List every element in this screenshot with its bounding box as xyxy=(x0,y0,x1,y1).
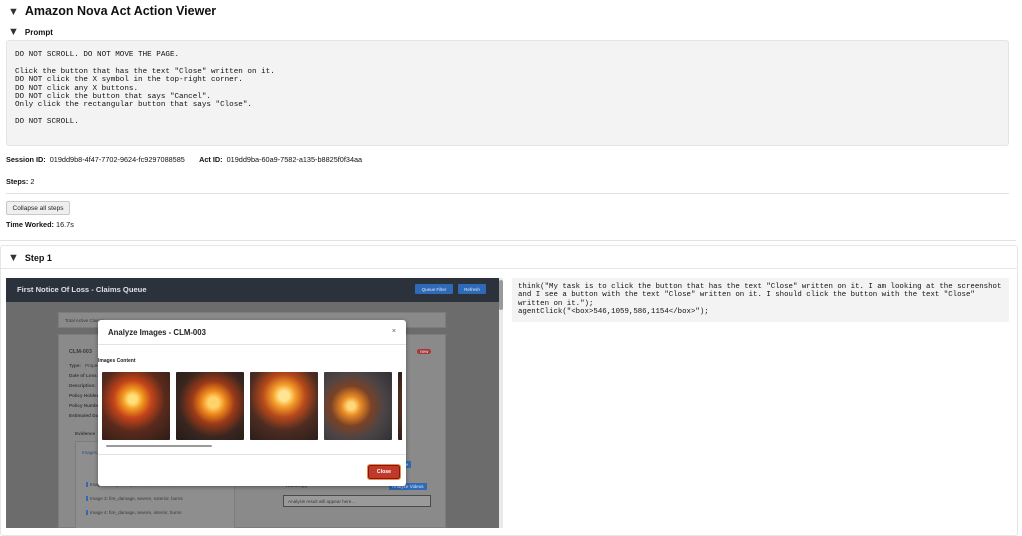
prompt-text: DO NOT SCROLL. DO NOT MOVE THE PAGE. Cli… xyxy=(6,40,1009,146)
steps-count: Steps: 2 xyxy=(6,177,34,186)
close-icon: × xyxy=(391,328,396,335)
refresh-button: Refresh xyxy=(458,284,486,294)
prompt-triangle-icon[interactable]: ▼ xyxy=(8,26,19,38)
time-worked: Time Worked: 16.7s xyxy=(6,220,74,229)
scrollbar-thumb[interactable] xyxy=(499,280,503,310)
field-label: Description: xyxy=(69,383,96,388)
fire-image xyxy=(250,372,318,440)
divider xyxy=(0,240,1016,241)
steps-label: Steps: xyxy=(6,177,29,186)
analyze-images-modal: Analyze Images - CLM-003 × Images Conten… xyxy=(98,320,406,486)
step-divider xyxy=(1,268,1017,269)
step-triangle-icon[interactable]: ▼ xyxy=(8,252,19,264)
evidence-label: Evidence xyxy=(75,431,96,436)
scrollbar-thumb xyxy=(106,445,212,447)
field-label: Date of Loss: xyxy=(69,373,99,378)
act-id: 019dd9ba-60a9-7582-a135-b8825f0f34aa xyxy=(226,155,363,164)
fire-image xyxy=(176,372,244,440)
step-heading[interactable]: ▼ Step 1 xyxy=(8,252,52,264)
collapse-all-button[interactable]: Collapse all steps xyxy=(6,201,70,215)
image-row: Image 4: fire_damage, severe, interior, … xyxy=(86,510,181,515)
images-tab: Images xyxy=(82,450,98,455)
screenshot-scrollbar[interactable] xyxy=(499,278,503,528)
fire-image xyxy=(324,372,392,440)
claim-id: CLM-003 xyxy=(69,349,92,355)
time-value: 16.7s xyxy=(56,220,74,229)
analysis-placeholder: Analysis result will appear here... xyxy=(288,499,356,504)
modal-divider xyxy=(98,344,406,345)
fire-image xyxy=(398,372,402,440)
status-badge: new xyxy=(417,349,432,354)
prompt-heading: ▼ Prompt xyxy=(8,26,53,38)
images-content-label: Images Content xyxy=(98,358,136,364)
session-label: Session ID: xyxy=(6,155,46,164)
step-thought: think("My task is to click the button th… xyxy=(512,278,1009,322)
app-title: First Notice Of Loss - Claims Queue xyxy=(17,285,147,294)
collapse-triangle-icon[interactable]: ▼ xyxy=(8,6,19,18)
modal-divider xyxy=(98,454,406,455)
steps-value: 2 xyxy=(30,177,35,186)
step-screenshot: First Notice Of Loss - Claims Queue Queu… xyxy=(6,278,499,528)
field-label: Type: xyxy=(69,363,81,368)
time-label: Time Worked: xyxy=(6,220,54,229)
viewer-title: ▼ Amazon Nova Act Action Viewer xyxy=(8,4,217,18)
modal-title: Analyze Images - CLM-003 xyxy=(108,328,206,337)
analysis-input: Analysis result will appear here... xyxy=(283,495,431,507)
session-id: 019dd9b8-4f47-7702-9624-fc9297088585 xyxy=(49,155,185,164)
divider xyxy=(6,193,1009,194)
image-gallery xyxy=(102,372,402,442)
act-label: Act ID: xyxy=(199,155,223,164)
field-label: Policy Holder: xyxy=(69,393,100,398)
gallery-scrollbar xyxy=(102,444,402,448)
fire-image xyxy=(102,372,170,440)
close-button: Close xyxy=(367,464,401,480)
queue-filter-button: Queue Filter xyxy=(415,284,453,294)
image-row: Image 3: fire_damage, severe, exterior, … xyxy=(86,496,183,501)
app-header: First Notice Of Loss - Claims Queue Queu… xyxy=(6,278,499,302)
id-row: Session ID: 019dd9b8-4f47-7702-9624-fc929… xyxy=(6,155,362,164)
